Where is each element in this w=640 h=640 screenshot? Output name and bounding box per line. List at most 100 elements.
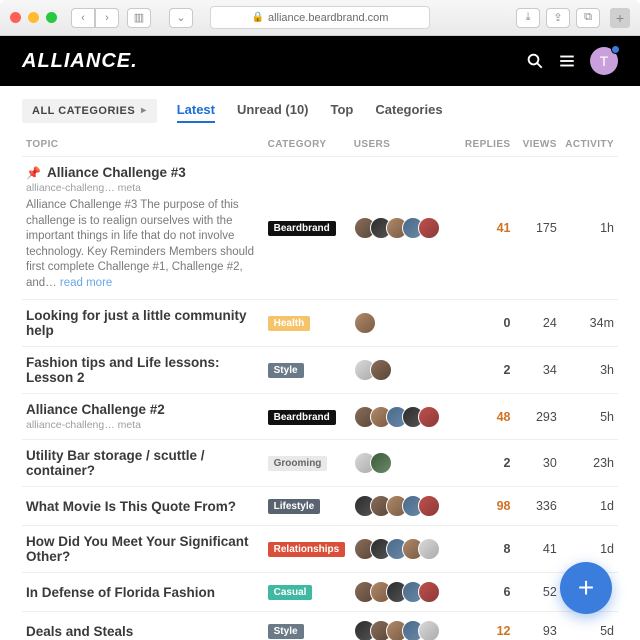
category-pill[interactable]: Beardbrand bbox=[268, 410, 336, 425]
lock-icon: 🔒 bbox=[252, 12, 264, 23]
table-row[interactable]: Deals and StealsStyle12935d bbox=[22, 612, 618, 640]
pocket-button[interactable]: ⌄ bbox=[169, 8, 193, 28]
avatar[interactable] bbox=[418, 406, 440, 428]
topic-title[interactable]: 📌Alliance Challenge #3 bbox=[26, 165, 260, 180]
forward-button[interactable]: › bbox=[95, 8, 119, 28]
table-row[interactable]: Fashion tips and Life lessons: Lesson 2 S… bbox=[22, 347, 618, 394]
activity-age: 5h bbox=[561, 394, 618, 440]
reply-count: 41 bbox=[497, 221, 511, 235]
topic-title[interactable]: Deals and Steals bbox=[26, 624, 260, 639]
maximize-window-icon[interactable] bbox=[46, 12, 57, 23]
reply-count: 6 bbox=[504, 585, 511, 599]
category-pill[interactable]: Lifestyle bbox=[268, 499, 321, 514]
col-activity: ACTIVITY bbox=[561, 133, 618, 157]
category-pill[interactable]: Casual bbox=[268, 585, 313, 600]
table-row[interactable]: In Defense of Florida Fashion Casual 6 52 bbox=[22, 573, 618, 612]
category-pill[interactable]: Style bbox=[268, 624, 304, 639]
topic-title[interactable]: How Did You Meet Your Significant Other? bbox=[26, 534, 260, 564]
tab-unread-10-[interactable]: Unread (10) bbox=[237, 98, 309, 123]
category-pill[interactable]: Health bbox=[268, 316, 311, 331]
avatar[interactable] bbox=[354, 312, 376, 334]
topic-tags: alliance-challeng… meta bbox=[26, 182, 260, 194]
nav-back-forward: ‹ › bbox=[71, 8, 119, 28]
col-replies: REPLIES bbox=[461, 133, 515, 157]
col-topic: TOPIC bbox=[22, 133, 264, 157]
user-avatars bbox=[354, 406, 457, 428]
url-text: alliance.beardbrand.com bbox=[268, 12, 388, 24]
search-icon[interactable] bbox=[526, 52, 544, 70]
category-pill[interactable]: Style bbox=[268, 363, 304, 378]
minimize-window-icon[interactable] bbox=[28, 12, 39, 23]
avatar[interactable] bbox=[418, 620, 440, 640]
table-row[interactable]: How Did You Meet Your Significant Other?… bbox=[22, 526, 618, 573]
new-tab-button[interactable]: + bbox=[610, 8, 630, 28]
filter-row: ALL CATEGORIES ▸ Latest Unread (10) Top Cat… bbox=[22, 98, 618, 123]
reply-count: 98 bbox=[497, 499, 511, 513]
topic-title[interactable]: Looking for just a little community help bbox=[26, 308, 260, 338]
topic-table: TOPIC CATEGORY USERS REPLIES VIEWS ACTIV… bbox=[22, 133, 618, 640]
avatar[interactable] bbox=[418, 495, 440, 517]
all-categories-dropdown[interactable]: ALL CATEGORIES ▸ bbox=[22, 99, 157, 123]
topic-excerpt: Alliance Challenge #3 The purpose of thi… bbox=[26, 198, 260, 291]
view-count: 175 bbox=[515, 157, 561, 300]
notification-badge bbox=[611, 45, 620, 54]
topic-title[interactable]: What Movie Is This Quote From? bbox=[26, 499, 260, 514]
activity-age: 34m bbox=[561, 300, 618, 347]
activity-age: 1h bbox=[561, 157, 618, 300]
reply-count: 48 bbox=[497, 410, 511, 424]
avatar[interactable] bbox=[418, 217, 440, 239]
topic-title[interactable]: Fashion tips and Life lessons: Lesson 2 bbox=[26, 355, 260, 385]
topic-title[interactable]: In Defense of Florida Fashion bbox=[26, 585, 260, 600]
table-row[interactable]: Looking for just a little community help… bbox=[22, 300, 618, 347]
user-avatar[interactable]: T bbox=[590, 47, 618, 75]
tab-top[interactable]: Top bbox=[331, 98, 354, 123]
reply-count: 0 bbox=[504, 316, 511, 330]
back-button[interactable]: ‹ bbox=[71, 8, 95, 28]
chevron-right-icon: ▸ bbox=[141, 105, 147, 116]
pin-icon: 📌 bbox=[26, 166, 41, 180]
tabs-button[interactable]: ⧉ bbox=[576, 8, 600, 28]
avatar[interactable] bbox=[370, 359, 392, 381]
new-topic-fab[interactable]: + bbox=[560, 562, 612, 614]
share-button[interactable]: ⇪ bbox=[546, 8, 570, 28]
category-pill[interactable]: Beardbrand bbox=[268, 221, 336, 236]
topic-title[interactable]: Alliance Challenge #2 bbox=[26, 402, 260, 417]
table-row[interactable]: What Movie Is This Quote From? Lifestyle 9… bbox=[22, 487, 618, 526]
table-row[interactable]: Utility Bar storage / scuttle / containe… bbox=[22, 440, 618, 487]
all-categories-label: ALL CATEGORIES bbox=[32, 105, 135, 117]
user-avatars bbox=[354, 312, 457, 334]
view-count: 24 bbox=[515, 300, 561, 347]
user-avatars bbox=[354, 620, 457, 640]
category-pill[interactable]: Grooming bbox=[268, 456, 328, 471]
activity-age: 3h bbox=[561, 347, 618, 394]
avatar[interactable] bbox=[418, 538, 440, 560]
read-more-link[interactable]: read more bbox=[60, 277, 112, 289]
view-count: 336 bbox=[515, 487, 561, 526]
url-bar[interactable]: 🔒 alliance.beardbrand.com bbox=[210, 6, 430, 29]
tab-categories[interactable]: Categories bbox=[375, 98, 442, 123]
user-avatars bbox=[354, 495, 457, 517]
user-avatars bbox=[354, 217, 457, 239]
category-pill[interactable]: Relationships bbox=[268, 542, 346, 557]
tab-latest[interactable]: Latest bbox=[177, 98, 215, 123]
hamburger-icon[interactable] bbox=[558, 52, 576, 70]
user-avatars bbox=[354, 538, 457, 560]
view-tabs: Latest Unread (10) Top Categories bbox=[177, 98, 443, 123]
site-header: ALLIANCE. T bbox=[0, 36, 640, 86]
table-row[interactable]: 📌Alliance Challenge #3 alliance-challeng…… bbox=[22, 157, 618, 300]
reply-count: 2 bbox=[504, 363, 511, 377]
topic-title[interactable]: Utility Bar storage / scuttle / containe… bbox=[26, 448, 260, 478]
download-button[interactable]: ⤓ bbox=[516, 8, 540, 28]
user-avatars bbox=[354, 359, 457, 381]
topic-tags: alliance-challeng… meta bbox=[26, 419, 260, 431]
avatar[interactable] bbox=[418, 581, 440, 603]
sidebar-toggle-button[interactable]: ▥ bbox=[127, 8, 151, 28]
table-row[interactable]: Alliance Challenge #2 alliance-challeng… … bbox=[22, 394, 618, 440]
plus-icon: + bbox=[578, 572, 594, 604]
close-window-icon[interactable] bbox=[10, 12, 21, 23]
logo[interactable]: ALLIANCE. bbox=[22, 50, 138, 73]
view-count: 34 bbox=[515, 347, 561, 394]
col-users: USERS bbox=[350, 133, 461, 157]
avatar[interactable] bbox=[370, 452, 392, 474]
view-count: 52 bbox=[515, 573, 561, 612]
